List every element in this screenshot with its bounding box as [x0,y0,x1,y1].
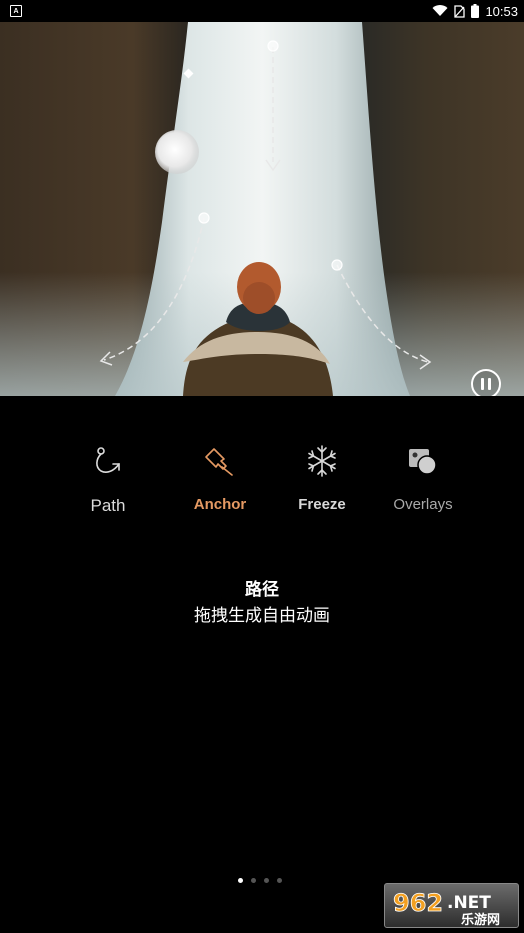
feature-description: 拖拽生成自由动画 [194,606,330,626]
wifi-icon [432,5,448,17]
page-indicator [238,878,282,883]
anchor-pin-icon [170,436,270,486]
pause-button[interactable] [471,369,501,396]
status-time: 10:53 [485,3,518,19]
feature-tabs: Path Anchor Freeze Overlays [58,436,478,526]
status-bar: A 10:53 [0,0,524,22]
waterfall-scene-image [0,22,524,396]
tab-overlays[interactable]: Overlays [373,436,473,526]
battery-icon [471,4,480,18]
watermark-logo: 962 .NET 乐游网 [384,883,519,928]
tab-freeze[interactable]: Freeze [272,436,372,526]
video-preview[interactable] [0,22,524,396]
path-icon [58,436,158,486]
page-dot-1[interactable] [238,878,243,883]
overlays-icon [373,436,473,486]
pause-icon-bar-right [488,378,491,390]
tab-anchor[interactable]: Anchor [170,436,270,526]
page-dot-3[interactable] [264,878,269,883]
feature-title: 路径 [245,580,279,600]
page-dot-2[interactable] [251,878,256,883]
tab-path-label: Path [90,496,126,515]
page-dot-4[interactable] [277,878,282,883]
tab-anchor-label: Anchor [193,496,247,513]
svg-text:.NET: .NET [447,893,491,913]
snowflake-icon [272,436,372,486]
status-left: A [10,5,22,17]
notification-icon: A [10,5,22,17]
tab-overlays-label: Overlays [393,496,453,513]
svg-text:962: 962 [393,889,443,917]
svg-text:乐游网: 乐游网 [461,912,500,927]
tab-freeze-label: Freeze [298,496,346,513]
no-sim-icon [454,4,466,18]
tab-path[interactable]: Path [58,436,158,526]
status-right: 10:53 [432,4,518,19]
pause-icon-bar-left [481,378,484,390]
